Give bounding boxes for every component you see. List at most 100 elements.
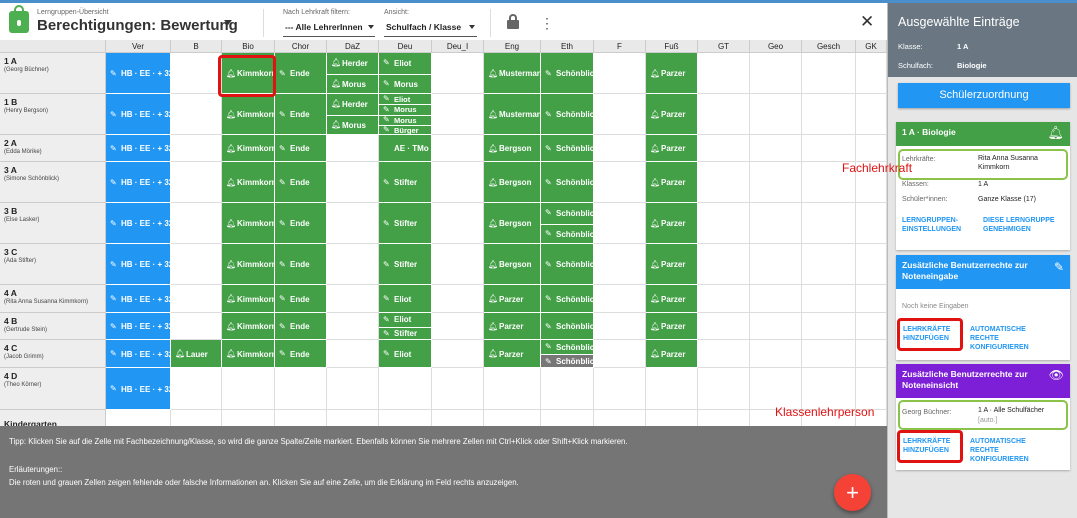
grid-cell-empty[interactable] — [432, 368, 484, 410]
grid-cell-empty[interactable] — [856, 203, 887, 244]
grid-cell[interactable]: ✎ Schönblick ✎ Schönblick — [541, 203, 594, 244]
grid-cell-empty[interactable] — [432, 162, 484, 203]
grid-cell[interactable]: 🔔︎ Kimmkorn — [222, 285, 275, 313]
row-header[interactable]: 2 A (Edda Mörike) — [0, 135, 106, 162]
grid-cell[interactable]: 🔔︎ Parzer — [646, 313, 698, 340]
grid-cell-empty[interactable] — [698, 203, 750, 244]
column-header[interactable]: Chor — [275, 40, 327, 53]
grid-cell[interactable]: ✎ HB · EE · + 32 — [106, 340, 171, 368]
grid-cell-empty[interactable] — [698, 53, 750, 94]
grid-cell-empty[interactable] — [432, 410, 484, 426]
grid-cell[interactable]: ✎ Ende — [275, 285, 327, 313]
grid-cell[interactable]: ✎ Schönblick — [541, 135, 594, 162]
grid-cell-empty[interactable] — [698, 94, 750, 135]
grid-cell-empty[interactable] — [594, 53, 646, 94]
column-header[interactable]: GK — [856, 40, 887, 53]
grid-cell-empty[interactable] — [594, 368, 646, 410]
grid-cell-empty[interactable] — [327, 244, 379, 285]
row-header[interactable]: 3 B (Else Lasker) — [0, 203, 106, 244]
grid-cell[interactable]: 🔔︎ Kimmkorn — [222, 203, 275, 244]
breadcrumb[interactable]: Lerngruppen-Übersicht — [37, 9, 109, 16]
grid-cell-empty[interactable] — [432, 53, 484, 94]
page-title[interactable]: Berechtigungen: Bewertung — [37, 17, 238, 34]
grid-cell[interactable]: ✎ HB · EE · + 32 — [106, 368, 171, 410]
grid-cell-empty[interactable] — [171, 203, 222, 244]
grid-cell[interactable]: 🔔︎ Parzer — [646, 203, 698, 244]
grid-cell-empty[interactable] — [275, 368, 327, 410]
grid-cell-empty[interactable] — [594, 135, 646, 162]
grid-cell[interactable]: 🔔︎ Parzer — [646, 53, 698, 94]
grid-cell-empty[interactable] — [802, 135, 856, 162]
grid-cell[interactable]: ✎ Ende — [275, 94, 327, 135]
grid-cell[interactable]: ✎ Eliot — [379, 340, 432, 368]
grid-cell-empty[interactable] — [432, 94, 484, 135]
grid-cell-empty[interactable] — [856, 53, 887, 94]
grid-cell-empty[interactable] — [594, 162, 646, 203]
teacher-filter-select[interactable]: --- Alle LehrerInnen — [285, 22, 363, 32]
column-header[interactable]: Eng — [484, 40, 541, 53]
grid-cell[interactable]: 🔔︎ Parzer — [484, 285, 541, 313]
view-select[interactable]: Schulfach / Klasse — [386, 22, 461, 32]
grid-cell-empty[interactable] — [856, 135, 887, 162]
grid-cell-empty[interactable] — [171, 313, 222, 340]
grid-cell-empty[interactable] — [327, 203, 379, 244]
grid-cell-empty[interactable] — [750, 203, 802, 244]
grid-cell-empty[interactable] — [698, 368, 750, 410]
grid-cell[interactable]: ✎ HB · EE · + 32 — [106, 135, 171, 162]
grid-cell[interactable]: ✎ Ende — [275, 313, 327, 340]
grid-cell-empty[interactable] — [594, 410, 646, 426]
grid-cell[interactable]: ✎ Ende — [275, 53, 327, 94]
auto-rights-view-link[interactable]: AUTOMATISCHE RECHTE KONFIGURIEREN — [970, 437, 1050, 464]
grid-cell-empty[interactable] — [750, 94, 802, 135]
grid-cell-empty[interactable] — [379, 410, 432, 426]
grid-cell-empty[interactable] — [750, 53, 802, 94]
grid-cell-empty[interactable] — [432, 135, 484, 162]
auto-rights-entry-link[interactable]: AUTOMATISCHE RECHTE KONFIGURIEREN — [970, 325, 1050, 352]
grid-cell-empty[interactable] — [594, 340, 646, 368]
grid-cell-empty[interactable] — [594, 285, 646, 313]
row-header[interactable]: 4 D (Theo Körner) — [0, 368, 106, 410]
grid-cell-empty[interactable] — [802, 340, 856, 368]
grid-cell[interactable]: ✎ Schönblick — [541, 53, 594, 94]
grid-cell-empty[interactable] — [646, 410, 698, 426]
column-header[interactable]: Geo — [750, 40, 802, 53]
grid-cell-empty[interactable] — [698, 410, 750, 426]
grid-cell-empty[interactable] — [698, 244, 750, 285]
grid-cell-empty[interactable] — [594, 244, 646, 285]
column-header[interactable]: Deu — [379, 40, 432, 53]
approve-group-link[interactable]: DIESE LERNGRUPPE GENEHMIGEN — [983, 216, 1063, 234]
grid-cell-empty[interactable] — [856, 244, 887, 285]
grid-cell[interactable]: ✎ Schönblick — [541, 162, 594, 203]
grid-cell[interactable]: AE · TMo — [379, 135, 432, 162]
grid-cell-empty[interactable] — [432, 313, 484, 340]
grid-cell[interactable]: ✎ HB · EE · + 32 — [106, 203, 171, 244]
grid-cell-empty[interactable] — [698, 340, 750, 368]
grid-cell-empty[interactable] — [802, 285, 856, 313]
grid-cell-empty[interactable] — [171, 285, 222, 313]
grid-cell-empty[interactable] — [856, 94, 887, 135]
grid-cell-empty[interactable] — [432, 244, 484, 285]
grid-cell-empty[interactable] — [856, 340, 887, 368]
chevron-down-icon[interactable] — [469, 25, 475, 29]
group-settings-link[interactable]: LERNGRUPPEN-EINSTELLUNGEN — [902, 216, 976, 234]
grid-cell[interactable]: 🔔︎ Bergson — [484, 135, 541, 162]
grid-cell[interactable]: ✎ Schönblick ✎ Schönblick — [541, 340, 594, 368]
column-header[interactable]: Deu_I — [432, 40, 484, 53]
grid-cell-empty[interactable] — [802, 203, 856, 244]
grid-cell[interactable]: ✎ HB · EE · + 32 — [106, 313, 171, 340]
grid-cell[interactable]: ✎ Stifter — [379, 244, 432, 285]
grid-cell-empty[interactable] — [432, 203, 484, 244]
grid-cell[interactable]: 🔔︎ Kimmkorn — [222, 135, 275, 162]
column-header[interactable]: Gesch — [802, 40, 856, 53]
grid-cell[interactable]: 🔔︎ Herder 🔔︎ Morus — [327, 53, 379, 94]
column-header[interactable]: F — [594, 40, 646, 53]
grid-cell-empty[interactable] — [327, 313, 379, 340]
grid-cell[interactable]: 🔔︎ Herder 🔔︎ Morus — [327, 94, 379, 135]
grid-cell-empty[interactable] — [541, 368, 594, 410]
grid-cell-empty[interactable] — [171, 410, 222, 426]
grid-cell-empty[interactable] — [594, 203, 646, 244]
grid-cell-empty[interactable] — [698, 135, 750, 162]
chevron-down-icon[interactable] — [368, 25, 374, 29]
grid-cell[interactable]: 🔔︎ Kimmkorn — [222, 340, 275, 368]
grid-cell[interactable]: 🔔︎ Parzer — [646, 162, 698, 203]
